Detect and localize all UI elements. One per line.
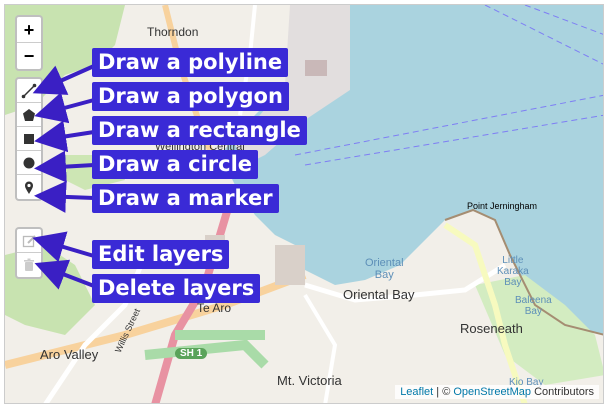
- tooltip-draw-circle: Draw a circle: [92, 150, 259, 179]
- polygon-icon: [23, 109, 35, 121]
- tooltip-draw-marker: Draw a marker: [92, 184, 279, 213]
- zoom-out-button[interactable]: −: [17, 43, 41, 69]
- circle-icon: [23, 157, 35, 169]
- draw-toolbar: [15, 77, 43, 201]
- tooltip-draw-polygon: Draw a polygon: [92, 82, 289, 111]
- label-aro-valley: Aro Valley: [40, 347, 99, 362]
- attribution-separator: | ©: [433, 386, 454, 398]
- edit-icon: [22, 235, 36, 248]
- draw-rectangle-button[interactable]: [17, 127, 41, 151]
- tooltip-draw-polyline: Draw a polyline: [92, 48, 289, 77]
- osm-link[interactable]: OpenStreetMap: [453, 386, 531, 398]
- tooltip-edit-layers: Edit layers: [92, 240, 230, 269]
- polyline-icon: [21, 83, 37, 99]
- label-point-jerningham: Point Jerningham: [467, 201, 538, 211]
- label-oriental-bay: Oriental Bay: [343, 287, 415, 302]
- rectangle-icon: [24, 134, 34, 144]
- label-roseneath: Roseneath: [460, 321, 523, 336]
- label-te-aro: Te Aro: [197, 301, 232, 315]
- zoom-in-button[interactable]: +: [17, 17, 41, 43]
- trash-icon: [24, 258, 34, 271]
- label-sh1: SH 1: [175, 348, 208, 359]
- map-attribution: Leaflet | © OpenStreetMap Contributors: [395, 385, 599, 399]
- label-thorndon: Thorndon: [147, 25, 199, 39]
- label-mt-victoria: Mt. Victoria: [277, 373, 342, 388]
- tooltip-draw-rectangle: Draw a rectangle: [92, 116, 307, 145]
- draw-circle-button[interactable]: [17, 151, 41, 175]
- label-little-karaka-bay: Little Karaka Bay: [497, 255, 529, 288]
- delete-layers-button[interactable]: [17, 253, 41, 277]
- zoom-control: + −: [15, 15, 43, 71]
- label-oriental-bay-water: Oriental Bay: [365, 257, 404, 281]
- draw-marker-button[interactable]: [17, 175, 41, 199]
- draw-polyline-button[interactable]: [17, 79, 41, 103]
- leaflet-link[interactable]: Leaflet: [400, 386, 433, 398]
- edit-toolbar: [15, 227, 43, 279]
- tooltip-delete-layers: Delete layers: [92, 274, 261, 303]
- draw-polygon-button[interactable]: [17, 103, 41, 127]
- label-baleena-bay: Baleena Bay: [515, 295, 552, 317]
- marker-icon: [25, 181, 33, 194]
- edit-layers-button[interactable]: [17, 229, 41, 253]
- attribution-contributors: Contributors: [531, 386, 594, 398]
